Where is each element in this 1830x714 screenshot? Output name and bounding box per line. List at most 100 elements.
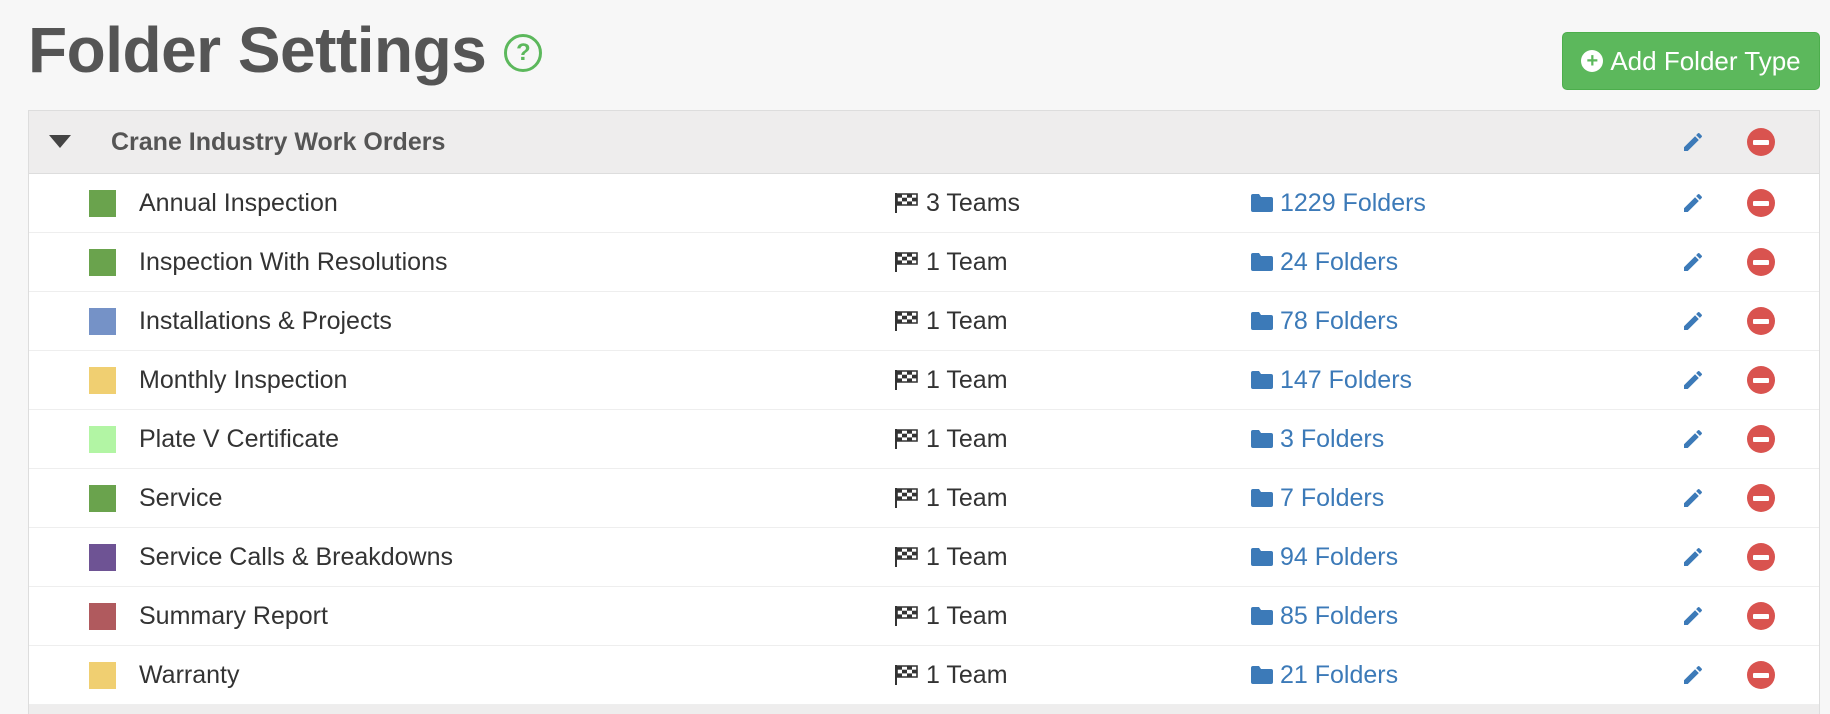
folders-label: 78 Folders — [1280, 306, 1399, 335]
folder-icon — [1251, 253, 1273, 271]
folder-type-name: Monthly Inspection — [139, 365, 348, 394]
delete-icon[interactable] — [1747, 128, 1775, 156]
folder-type-name: Inspection With Resolutions — [139, 247, 448, 276]
folder-type-name: Annual Inspection — [139, 188, 338, 217]
delete-icon[interactable] — [1747, 484, 1775, 512]
pencil-icon[interactable] — [1681, 604, 1705, 628]
checkered-flag-icon — [895, 547, 918, 567]
folder-icon — [1251, 607, 1273, 625]
checkered-flag-icon — [895, 370, 918, 390]
checkered-flag-icon — [895, 665, 918, 685]
pencil-icon[interactable] — [1681, 130, 1705, 154]
plus-circle-icon: + — [1581, 50, 1604, 72]
teams-label: 1 Team — [926, 660, 1008, 689]
folder-type-list: Annual Inspection 3 Teams 1229 Folders I… — [29, 174, 1819, 705]
pencil-icon[interactable] — [1681, 250, 1705, 274]
teams-count: 1 Team — [894, 366, 1008, 395]
delete-icon[interactable] — [1747, 425, 1775, 453]
folder-icon — [1251, 548, 1273, 566]
delete-icon[interactable] — [1747, 307, 1775, 335]
pencil-icon[interactable] — [1681, 486, 1705, 510]
pencil-icon[interactable] — [1681, 309, 1705, 333]
color-swatch — [89, 189, 116, 217]
folder-type-row: Service Calls & Breakdowns 1 Team 94 Fol… — [29, 528, 1819, 587]
delete-icon[interactable] — [1747, 602, 1775, 630]
folders-link[interactable]: 147 Folders — [1250, 366, 1412, 395]
folders-label: 85 Folders — [1280, 601, 1399, 630]
caret-down-icon[interactable] — [49, 135, 71, 148]
checkered-flag-icon — [895, 252, 918, 272]
folder-icon — [1251, 489, 1273, 507]
color-swatch — [89, 248, 116, 276]
folder-icon — [1251, 371, 1273, 389]
folder-type-name: Summary Report — [139, 601, 328, 630]
delete-icon[interactable] — [1747, 248, 1775, 276]
folder-icon — [1251, 194, 1273, 212]
folder-icon — [1251, 666, 1273, 684]
folder-type-name: Service Calls & Breakdowns — [139, 542, 454, 571]
add-folder-type-button[interactable]: + Add Folder Type — [1562, 32, 1820, 90]
folders-label: 3 Folders — [1280, 424, 1385, 453]
teams-count: 1 Team — [894, 484, 1008, 513]
folder-icon — [1251, 312, 1273, 330]
folder-type-row: Summary Report 1 Team 85 Folders — [29, 587, 1819, 646]
folder-type-row: Annual Inspection 3 Teams 1229 Folders — [29, 174, 1819, 233]
folder-icon — [1251, 430, 1273, 448]
teams-count: 1 Team — [894, 425, 1008, 454]
add-folder-type-label: Add Folder Type — [1610, 45, 1801, 76]
folders-label: 147 Folders — [1280, 365, 1413, 394]
group-title: Crane Industry Work Orders — [111, 127, 446, 156]
teams-label: 3 Teams — [926, 188, 1021, 217]
color-swatch — [89, 543, 116, 571]
page-title: Folder Settings — [28, 14, 487, 86]
folder-type-name: Installations & Projects — [139, 306, 392, 335]
color-swatch — [89, 661, 116, 689]
folders-link[interactable]: 24 Folders — [1250, 248, 1398, 277]
checkered-flag-icon — [895, 311, 918, 331]
checkered-flag-icon — [895, 488, 918, 508]
folders-label: 24 Folders — [1280, 247, 1399, 276]
delete-icon[interactable] — [1747, 366, 1775, 394]
pencil-icon[interactable] — [1681, 191, 1705, 215]
folder-type-row: Inspection With Resolutions 1 Team 24 Fo… — [29, 233, 1819, 292]
folder-type-row: Installations & Projects 1 Team 78 Folde… — [29, 292, 1819, 351]
teams-label: 1 Team — [926, 601, 1008, 630]
folders-label: 7 Folders — [1280, 483, 1385, 512]
pencil-icon[interactable] — [1681, 427, 1705, 451]
help-icon[interactable]: ? — [504, 34, 543, 72]
teams-count: 1 Team — [894, 661, 1008, 690]
folders-link[interactable]: 3 Folders — [1250, 425, 1384, 454]
teams-label: 1 Team — [926, 306, 1008, 335]
folder-type-row: Warranty 1 Team 21 Folders — [29, 646, 1819, 705]
folders-link[interactable]: 1229 Folders — [1250, 189, 1426, 218]
page-header: Folder Settings ? — [28, 0, 543, 100]
teams-label: 1 Team — [926, 365, 1008, 394]
color-swatch — [89, 307, 116, 335]
color-swatch — [89, 484, 116, 512]
color-swatch — [89, 425, 116, 453]
teams-count: 1 Team — [894, 307, 1008, 336]
pencil-icon[interactable] — [1681, 545, 1705, 569]
folder-settings-page: Folder Settings ? + Add Folder Type Cran… — [0, 0, 1830, 714]
checkered-flag-icon — [895, 429, 918, 449]
folder-type-panel: Crane Industry Work Orders Annual Inspec… — [28, 110, 1820, 714]
delete-icon[interactable] — [1747, 661, 1775, 689]
teams-count: 3 Teams — [894, 189, 1020, 218]
folders-link[interactable]: 78 Folders — [1250, 307, 1398, 336]
teams-label: 1 Team — [926, 483, 1008, 512]
folder-type-name: Warranty — [139, 660, 240, 689]
teams-count: 1 Team — [894, 248, 1008, 277]
teams-label: 1 Team — [926, 424, 1008, 453]
folders-link[interactable]: 21 Folders — [1250, 661, 1398, 690]
folder-type-name: Plate V Certificate — [139, 424, 340, 453]
group-header: Crane Industry Work Orders — [29, 111, 1819, 174]
folders-link[interactable]: 94 Folders — [1250, 543, 1398, 572]
folder-type-row: Plate V Certificate 1 Team 3 Folders — [29, 410, 1819, 469]
delete-icon[interactable] — [1747, 543, 1775, 571]
teams-count: 1 Team — [894, 602, 1008, 631]
pencil-icon[interactable] — [1681, 663, 1705, 687]
delete-icon[interactable] — [1747, 189, 1775, 217]
pencil-icon[interactable] — [1681, 368, 1705, 392]
folders-link[interactable]: 7 Folders — [1250, 484, 1384, 513]
folders-link[interactable]: 85 Folders — [1250, 602, 1398, 631]
